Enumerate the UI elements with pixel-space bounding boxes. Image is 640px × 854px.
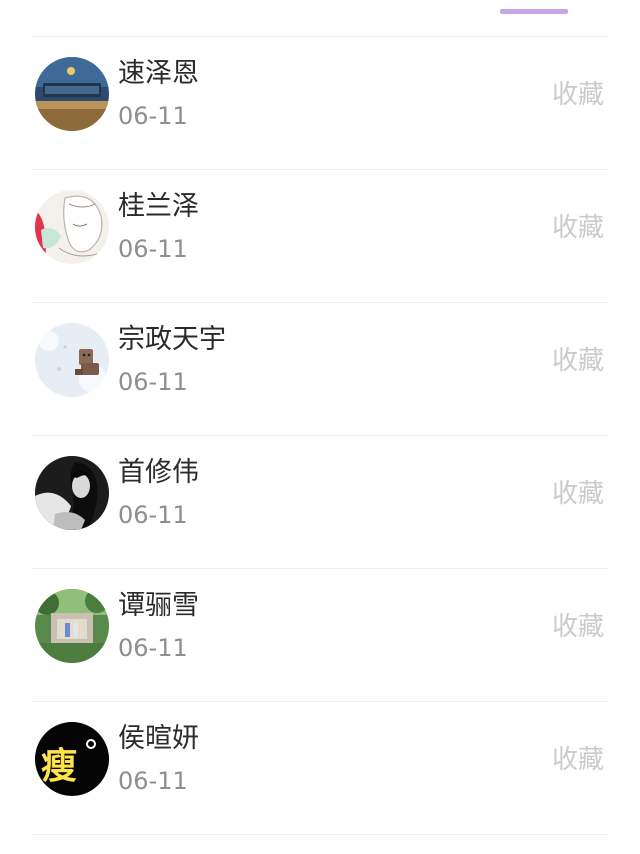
favorite-button[interactable]: 收藏 — [552, 345, 604, 377]
favorites-list-page: 速泽恩 06-11 收藏 桂兰泽 06-11 收藏 宗政天宇 06-11 收藏 … — [0, 0, 640, 854]
landscape-poster-avatar-icon[interactable] — [35, 57, 109, 131]
item-date: 06-11 — [118, 102, 188, 130]
favorite-button[interactable]: 收藏 — [552, 744, 604, 776]
user-list: 速泽恩 06-11 收藏 桂兰泽 06-11 收藏 宗政天宇 06-11 收藏 … — [0, 37, 640, 835]
item-date: 06-11 — [118, 501, 188, 529]
item-name: 宗政天宇 — [118, 324, 226, 355]
list-item[interactable]: 宗政天宇 06-11 收藏 — [0, 303, 640, 436]
bw-portrait-avatar-icon[interactable] — [35, 456, 109, 530]
garden-photo-avatar-icon[interactable] — [35, 589, 109, 663]
row-divider — [33, 834, 607, 835]
favorite-button[interactable]: 收藏 — [552, 79, 604, 111]
list-item[interactable]: 谭骊雪 06-11 收藏 — [0, 569, 640, 702]
list-item[interactable]: 首修伟 06-11 收藏 — [0, 436, 640, 569]
item-name: 速泽恩 — [118, 58, 199, 89]
item-name: 首修伟 — [118, 457, 199, 488]
item-name: 谭骊雪 — [118, 590, 199, 621]
winter-toy-avatar-icon[interactable] — [35, 323, 109, 397]
list-item[interactable]: 速泽恩 06-11 收藏 — [0, 37, 640, 170]
favorite-button[interactable]: 收藏 — [552, 611, 604, 643]
text-logo-avatar-icon[interactable]: 瘦 — [35, 722, 109, 796]
item-date: 06-11 — [118, 235, 188, 263]
list-item[interactable]: 瘦 侯暄妍 06-11 收藏 — [0, 702, 640, 835]
item-name: 侯暄妍 — [118, 723, 199, 754]
item-date: 06-11 — [118, 634, 188, 662]
favorite-button[interactable]: 收藏 — [552, 478, 604, 510]
item-date: 06-11 — [118, 767, 188, 795]
favorite-button[interactable]: 收藏 — [552, 212, 604, 244]
item-name: 桂兰泽 — [118, 191, 199, 222]
list-item[interactable]: 桂兰泽 06-11 收藏 — [0, 170, 640, 303]
anime-illustration-avatar-icon[interactable] — [35, 190, 109, 264]
avatar-text: 瘦 — [41, 746, 77, 787]
active-tab-indicator — [500, 9, 568, 14]
item-date: 06-11 — [118, 368, 188, 396]
